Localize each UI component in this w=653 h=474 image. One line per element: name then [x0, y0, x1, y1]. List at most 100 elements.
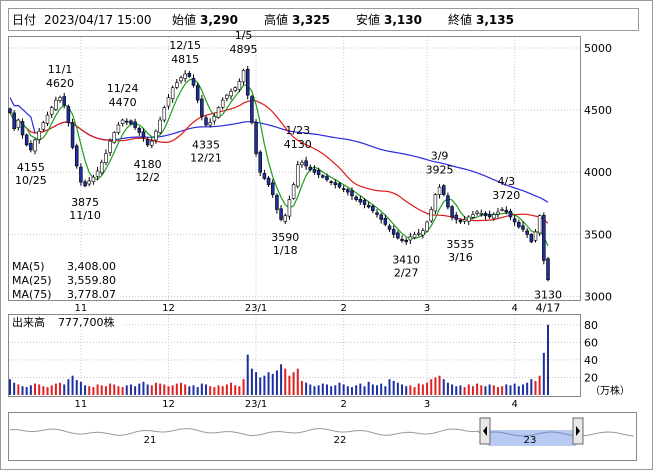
volume-bar: [480, 385, 483, 395]
candle-body: [291, 184, 296, 199]
candle-body: [400, 238, 404, 241]
volume-bar: [96, 384, 99, 395]
volume-bar: [534, 380, 537, 395]
annotation-price: 3590: [271, 231, 299, 244]
volume-bar: [217, 385, 220, 395]
volume-bar: [125, 385, 128, 395]
volume-bar: [367, 381, 370, 395]
volume-bar: [426, 382, 429, 395]
volume-bar: [509, 385, 512, 395]
volume-bar: [121, 387, 124, 395]
legend-ma25-name: MA(25): [12, 274, 52, 287]
candle-body: [158, 119, 162, 134]
volume-bar: [446, 382, 449, 395]
candle-body: [229, 91, 233, 97]
volume-bar: [488, 384, 491, 395]
candle-body: [112, 132, 117, 143]
candle-body: [245, 68, 250, 96]
candle-body: [496, 211, 500, 215]
volume-x-tick-label: 2: [340, 399, 346, 410]
volume-bar: [305, 382, 308, 395]
volume-bar: [463, 387, 466, 395]
volume-bar: [17, 384, 20, 395]
candle-body: [537, 215, 542, 234]
candle-body: [375, 212, 379, 215]
candle-body: [66, 106, 71, 123]
candle-body: [391, 229, 396, 235]
annotation-price: 3130: [534, 288, 562, 301]
volume-bar: [154, 382, 157, 395]
volume-bar: [517, 386, 520, 395]
volume-bar: [92, 387, 95, 395]
volume-x-tick-label: 4: [511, 399, 517, 410]
price-tick-label: 4500: [584, 104, 612, 117]
volume-bar: [417, 383, 420, 395]
annotation-date: 12/2: [135, 171, 160, 184]
candle-body: [533, 231, 538, 241]
volume-bar: [484, 386, 487, 395]
candle-body: [212, 116, 217, 122]
volume-bar: [530, 379, 533, 395]
candle-body: [37, 130, 41, 140]
candle-body: [325, 176, 329, 180]
annotation-price: 3875: [71, 196, 99, 209]
annotation-price: 4815: [171, 53, 199, 66]
candle-body: [425, 221, 429, 232]
close-label: 終値: [448, 12, 472, 27]
volume-x-tick-label: 12: [162, 399, 175, 410]
volume-bar: [271, 373, 274, 395]
volume-tick-label: 40: [584, 354, 598, 367]
volume-bar: [313, 386, 316, 395]
volume-bar: [71, 375, 74, 395]
candle-body: [62, 96, 66, 106]
volume-x-tick-label: 3: [424, 399, 430, 410]
open-label: 始値: [172, 12, 196, 27]
volume-bar: [167, 386, 170, 395]
candle-body: [408, 236, 413, 241]
candle-body: [304, 160, 308, 167]
volume-bar: [109, 383, 112, 395]
volume-bar: [113, 384, 116, 395]
annotation-price: 4470: [109, 96, 137, 109]
volume-bar: [338, 382, 341, 395]
volume-bar: [280, 364, 283, 395]
candle-body: [49, 107, 54, 115]
high-label: 高値: [264, 12, 288, 27]
date-label: 日付: [12, 13, 36, 27]
volume-bar: [50, 385, 53, 395]
candle-body: [162, 107, 167, 121]
volume-bar: [34, 383, 37, 395]
volume-bar: [350, 387, 353, 395]
candle-body: [125, 120, 129, 123]
candle-body: [300, 161, 304, 166]
navigator-right-handle[interactable]: [572, 417, 584, 445]
annotation-date: 1/5: [235, 29, 253, 42]
candle-body: [312, 169, 317, 173]
price-tick-label: 5000: [584, 42, 612, 55]
volume-bar: [438, 375, 441, 395]
volume-bar: [538, 375, 541, 395]
candle-body: [446, 195, 450, 208]
candle-body: [487, 213, 492, 218]
annotation-price: 4620: [46, 77, 74, 90]
candle-body: [41, 122, 46, 130]
annotation-date: 11/24: [107, 82, 139, 95]
volume-tick-label: 20: [584, 371, 598, 384]
candle-body: [296, 164, 300, 187]
volume-bar: [205, 384, 208, 395]
candle-body: [24, 134, 29, 146]
volume-bar: [275, 370, 278, 395]
candle-body: [250, 96, 254, 123]
volume-unit: （万株）: [590, 384, 630, 397]
volume-bar: [346, 386, 349, 395]
candle-body: [270, 182, 275, 195]
candle-body: [458, 219, 463, 223]
candle-body: [416, 232, 421, 235]
candle-body: [437, 186, 442, 195]
volume-bar: [146, 384, 149, 395]
navigator-left-handle[interactable]: [479, 417, 491, 445]
volume-bar: [221, 386, 224, 395]
legend-ma5-value: 3,408.00: [67, 260, 116, 273]
volume-x-tick-label: 11: [75, 399, 88, 410]
candle-body: [266, 177, 271, 185]
